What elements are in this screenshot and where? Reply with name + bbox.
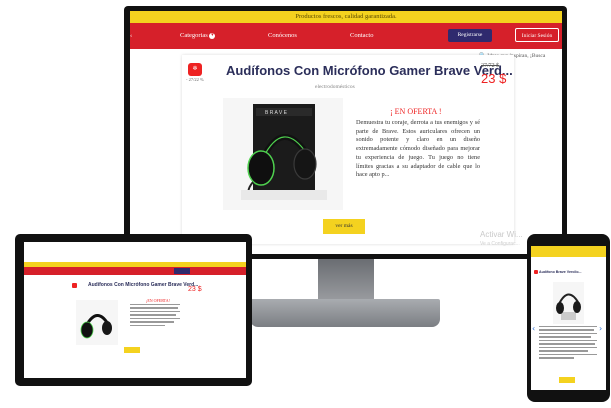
product-category: electrodomésticos: [315, 84, 355, 90]
svg-text:B R A V E: B R A V E: [265, 110, 288, 116]
product-image[interactable]: B R A V E: [223, 98, 343, 210]
phone-product-title[interactable]: Audífono Brave Vercilo...: [539, 270, 582, 274]
chevron-right-icon[interactable]: ›: [599, 324, 602, 333]
tablet-navbar: [24, 267, 246, 275]
main-navbar: ‹ Categorias ▾ Conócenos Contacto Regist…: [130, 23, 562, 49]
product-description: Demuestra tu coraje, derrota a tus enemi…: [356, 119, 480, 179]
discount-badge-text: - 27/22 %: [186, 77, 204, 82]
activation-watermark-title: Activar Wi...: [480, 230, 523, 239]
nav-about[interactable]: Conócenos: [268, 23, 297, 49]
nav-contact[interactable]: Contacto: [350, 23, 373, 49]
tablet-headset-image: [80, 314, 112, 339]
tablet-register-button[interactable]: [174, 268, 190, 274]
promo-topbar: Productos frescos, calidad garantizada.: [130, 11, 562, 23]
phone-product-image[interactable]: [553, 282, 584, 324]
phone-navbar: [531, 251, 606, 257]
chevron-left-icon[interactable]: ‹: [532, 324, 535, 333]
phone-headset-image: [556, 293, 581, 320]
nav-categories[interactable]: Categorias ▾: [180, 23, 216, 49]
activation-watermark-subtitle: Ve a Configurac...: [480, 241, 520, 247]
tablet-description: [130, 304, 180, 328]
monitor-stand-base: [250, 299, 440, 327]
tablet-product-image[interactable]: [76, 300, 118, 345]
register-button[interactable]: Registrarse: [448, 29, 492, 42]
price-old: 27/72 $: [481, 63, 500, 69]
tablet-screen: Audífonos Con Micrófono Gamer Brave Verd…: [24, 242, 246, 378]
tag-icon: ❄: [188, 63, 202, 76]
phone-description: [539, 326, 597, 361]
nav-edge: ‹: [130, 32, 133, 39]
view-more-button[interactable]: ver más: [323, 219, 365, 234]
offer-label: ¡ EN OFERTA !: [390, 107, 442, 116]
tablet-price-new: 23 $: [188, 286, 202, 293]
tablet-offer-label: ¡EN OFERTA!: [146, 298, 170, 303]
login-button[interactable]: Iniciar Sesión: [515, 28, 559, 42]
price-new: 23 $: [481, 71, 507, 86]
nav-categories-label: Categorias: [180, 32, 208, 39]
monitor-stand-neck: [318, 259, 374, 301]
chevron-down-icon: ▾: [209, 32, 216, 39]
phone-tag-icon: [534, 270, 538, 274]
tablet-product-title[interactable]: Audífonos Con Micrófono Gamer Brave Verd…: [88, 282, 198, 288]
phone-view-more-button[interactable]: [559, 377, 575, 383]
phone-screen: Audífono Brave Vercilo... ‹ ›: [531, 246, 606, 390]
headset-box-image: B R A V E: [241, 104, 327, 200]
product-title[interactable]: Audífonos Con Micrófono Gamer Brave Verd…: [226, 63, 513, 78]
tablet-view-more-button[interactable]: [124, 347, 140, 353]
tablet-tag-icon: [72, 283, 77, 288]
desktop-screen: Productos frescos, calidad garantizada. …: [130, 11, 562, 254]
